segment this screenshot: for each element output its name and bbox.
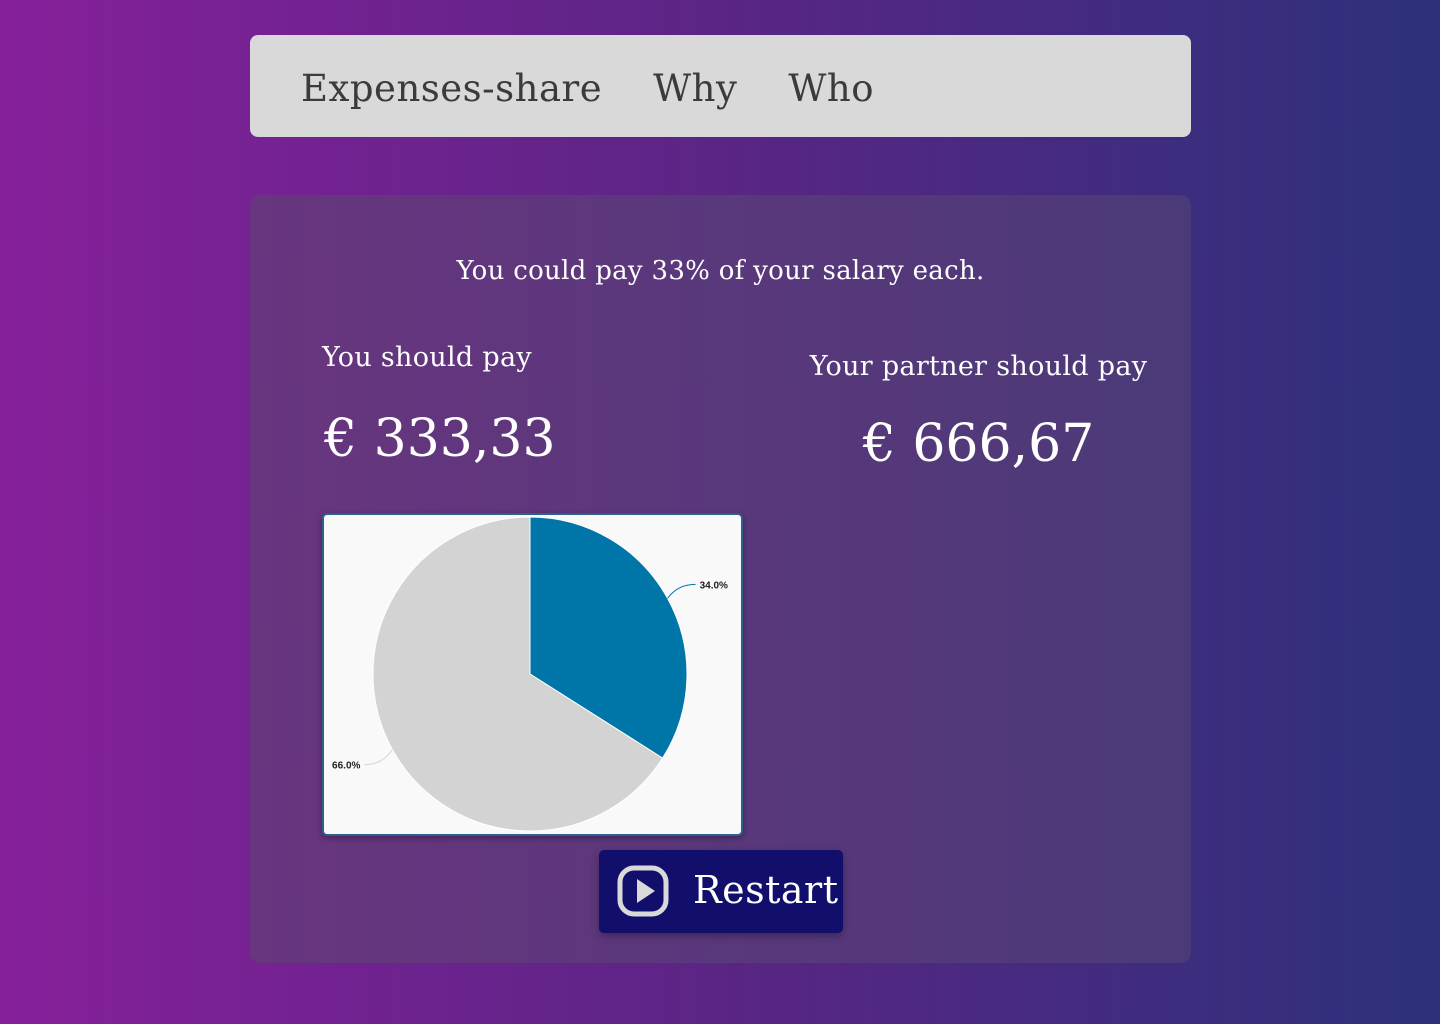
partner-should-pay-label: Your partner should pay [809,351,1148,382]
restart-button-label: Restart [693,868,839,912]
nav-link-who[interactable]: Who [788,67,874,110]
pie-chart-svg: 34.0% 66.0% [332,516,728,832]
you-should-pay-amount: € 333,33 [324,409,556,469]
you-should-pay-label: You should pay [322,342,532,373]
pie-leader-line-0 [667,583,696,599]
nav-brand-link[interactable]: Expenses-share [301,67,602,110]
share-pie-chart: 34.0% 66.0% [322,513,743,836]
pie-label-0: 34.0% [700,580,728,591]
play-circle-icon [617,865,669,917]
nav-link-why[interactable]: Why [653,67,737,110]
restart-button[interactable]: Restart [599,850,843,933]
partner-should-pay-amount: € 666,67 [862,414,1095,474]
pie-leader-line-1 [364,749,393,766]
share-summary-text: You could pay 33% of your salary each. [456,256,985,286]
pie-label-1: 66.0% [332,761,360,772]
top-navbar: Expenses-share Why Who [250,35,1191,137]
